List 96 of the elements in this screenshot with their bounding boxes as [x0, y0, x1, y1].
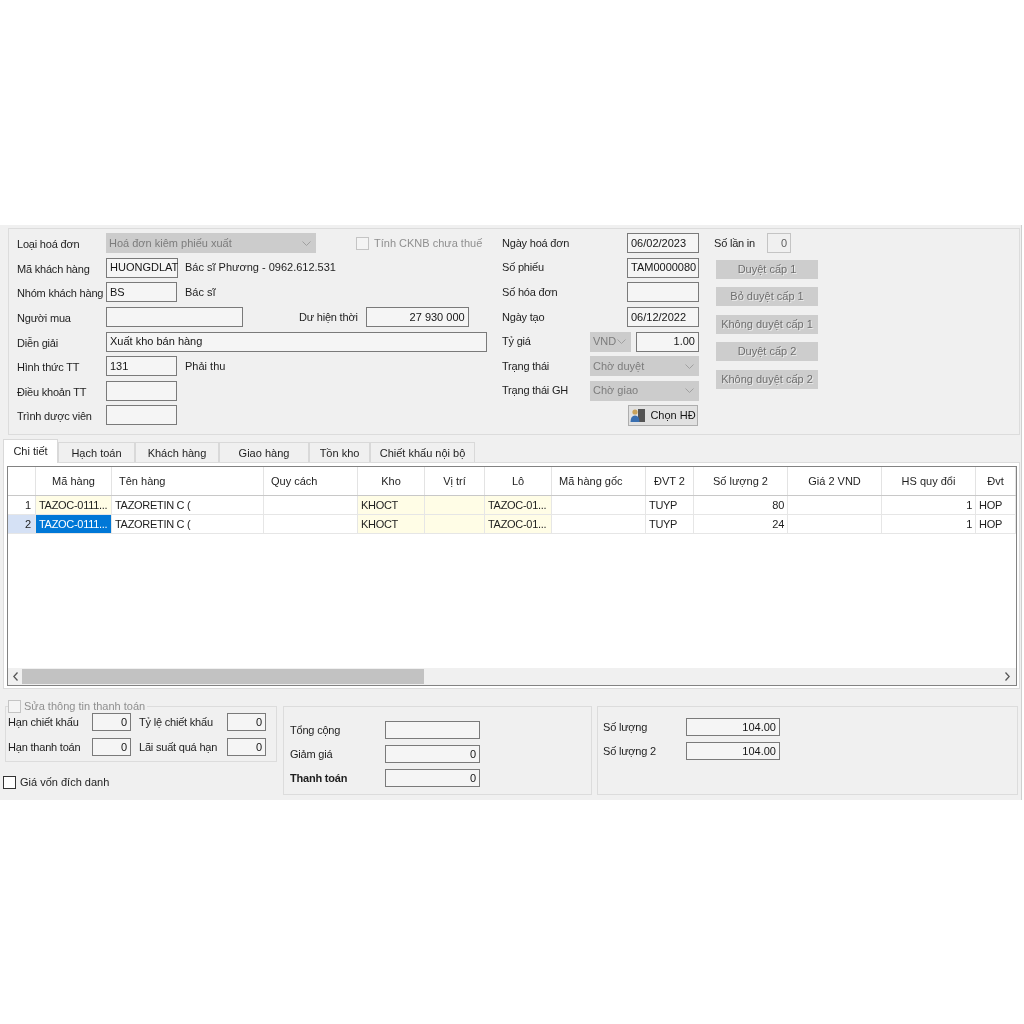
row-header[interactable]: 2: [8, 515, 36, 533]
table-cell: HOP: [976, 496, 1016, 514]
chevron-down-icon: [302, 240, 311, 246]
checkbox-label: Giá vốn đích danh: [20, 777, 110, 788]
chevron-down-icon: [685, 363, 694, 369]
column-header[interactable]: Lô: [485, 467, 552, 495]
text-field[interactable]: [106, 380, 177, 401]
info-text: Phải thu: [185, 360, 226, 372]
choose-invoice-button[interactable]: Chọn HĐ: [628, 404, 698, 426]
tab[interactable]: Khách hàng: [135, 442, 219, 463]
form-label: Số phiếu: [502, 262, 544, 274]
column-header[interactable]: Giá 2 VND: [788, 467, 882, 495]
table-cell: KHOCT: [358, 515, 425, 533]
selected-cell: TAZOC-0111...: [36, 515, 112, 533]
table-cell: TAZORETIN C (: [112, 496, 264, 514]
column-header[interactable]: Mã hàng gốc: [552, 467, 646, 495]
checkbox-label: Sửa thông tin thanh toán: [24, 701, 146, 712]
chevron-right-icon[interactable]: [1005, 672, 1010, 681]
checkbox[interactable]: [3, 776, 16, 789]
form-label: Số hóa đơn: [502, 287, 558, 298]
form-label: Số lượng 2: [603, 745, 656, 757]
horizontal-scrollbar[interactable]: [8, 668, 1016, 685]
tab[interactable]: Tồn kho: [309, 442, 370, 463]
form-label: Trạng thái: [502, 360, 550, 372]
text-field[interactable]: [106, 405, 177, 426]
column-header[interactable]: Đvt: [976, 467, 1016, 495]
person-box-icon: [630, 407, 647, 424]
text-field[interactable]: 131: [106, 356, 177, 377]
column-header[interactable]: Tên hàng: [112, 467, 264, 495]
form-label: Hạn thanh toán: [8, 741, 81, 753]
column-header[interactable]: Mã hàng: [36, 467, 112, 495]
column-header[interactable]: Kho: [358, 467, 425, 495]
text-field[interactable]: [627, 282, 699, 303]
table-cell: TUYP: [646, 496, 694, 514]
table-cell: KHOCT: [358, 496, 425, 514]
form-label: Mã khách hàng: [17, 262, 90, 275]
form-label: Nhóm khách hàng: [17, 287, 104, 300]
form-label: Diễn giải: [17, 336, 58, 349]
tab[interactable]: Chiết khấu nội bộ: [370, 442, 475, 463]
column-header[interactable]: ĐVT 2: [646, 467, 694, 495]
tab[interactable]: Chi tiết: [3, 439, 58, 463]
form-label: Trạng thái GH: [502, 385, 569, 397]
form-label: Điều khoản TT: [17, 385, 87, 398]
table-cell: TAZOC-01...: [485, 496, 552, 514]
form-label: Tỷ lệ chiết khấu: [139, 716, 213, 728]
column-header[interactable]: Quy cách: [264, 467, 358, 495]
table-cell: TAZOC-01...: [485, 515, 552, 533]
form-label: Dư hiện thời: [299, 311, 358, 323]
table-cell: TAZORETIN C (: [112, 515, 264, 533]
text-field[interactable]: 06/02/2023: [627, 233, 699, 254]
form-label: Trình dược viên: [17, 410, 92, 423]
text-field[interactable]: 104.00: [686, 718, 780, 736]
text-field[interactable]: 0: [227, 738, 266, 756]
checkbox-label: Tính CKNB chưa thuế: [374, 237, 483, 249]
form-label: Loại hoá đơn: [17, 238, 80, 251]
chevron-down-icon: [617, 339, 626, 345]
table-cell: TAZOC-0111...: [36, 496, 112, 514]
form-label: Số lượng: [603, 721, 648, 733]
text-field[interactable]: 0: [385, 745, 480, 763]
form-label: Ngày tạo: [502, 311, 545, 323]
form-label: Lãi suất quá hạn: [139, 741, 218, 753]
text-field[interactable]: 0: [92, 738, 131, 756]
text-field[interactable]: 0: [92, 713, 131, 731]
info-text: Bác sĩ Phương - 0962.612.531: [185, 262, 336, 274]
text-field[interactable]: 0: [385, 769, 480, 787]
text-field[interactable]: 1.00: [636, 331, 699, 352]
text-field[interactable]: Xuất kho bán hàng: [106, 331, 487, 352]
tab[interactable]: Giao hàng: [219, 442, 309, 463]
form-label: Người mua: [17, 312, 71, 325]
form-label: Giảm giá: [290, 748, 333, 760]
chevron-down-icon: [685, 388, 694, 394]
form-label: Hình thức TT: [17, 361, 80, 374]
table-cell: TUYP: [646, 515, 694, 533]
form-label: Thanh toán: [290, 772, 348, 784]
column-header[interactable]: Số lượng 2: [694, 467, 788, 495]
form-label: Tỷ giá: [502, 336, 531, 348]
form-label: Số lần in: [714, 237, 755, 249]
text-field[interactable]: 104.00: [686, 742, 780, 760]
text-field[interactable]: HUONGDLAT: [106, 257, 178, 278]
form-label: Tổng cộng: [290, 724, 341, 736]
form-label: Hạn chiết khấu: [8, 716, 79, 728]
text-field[interactable]: 27 930 000: [365, 307, 469, 328]
form-label: Ngày hoá đơn: [502, 237, 570, 249]
text-field[interactable]: 06/12/2022: [627, 307, 699, 328]
tab[interactable]: Hạch toán: [58, 442, 135, 463]
text-field[interactable]: 0: [227, 713, 266, 731]
text-field[interactable]: BS: [106, 282, 177, 303]
column-header[interactable]: HS quy đổi: [882, 467, 976, 495]
text-field[interactable]: [106, 307, 243, 328]
scrollbar-thumb[interactable]: [22, 669, 424, 684]
info-text: Bác sĩ: [185, 287, 216, 298]
column-header[interactable]: Vị trí: [425, 467, 485, 495]
table-cell: HOP: [976, 515, 1016, 533]
text-field[interactable]: [385, 721, 480, 739]
chevron-left-icon[interactable]: [13, 672, 18, 681]
text-field[interactable]: TAM0000080: [627, 257, 699, 278]
